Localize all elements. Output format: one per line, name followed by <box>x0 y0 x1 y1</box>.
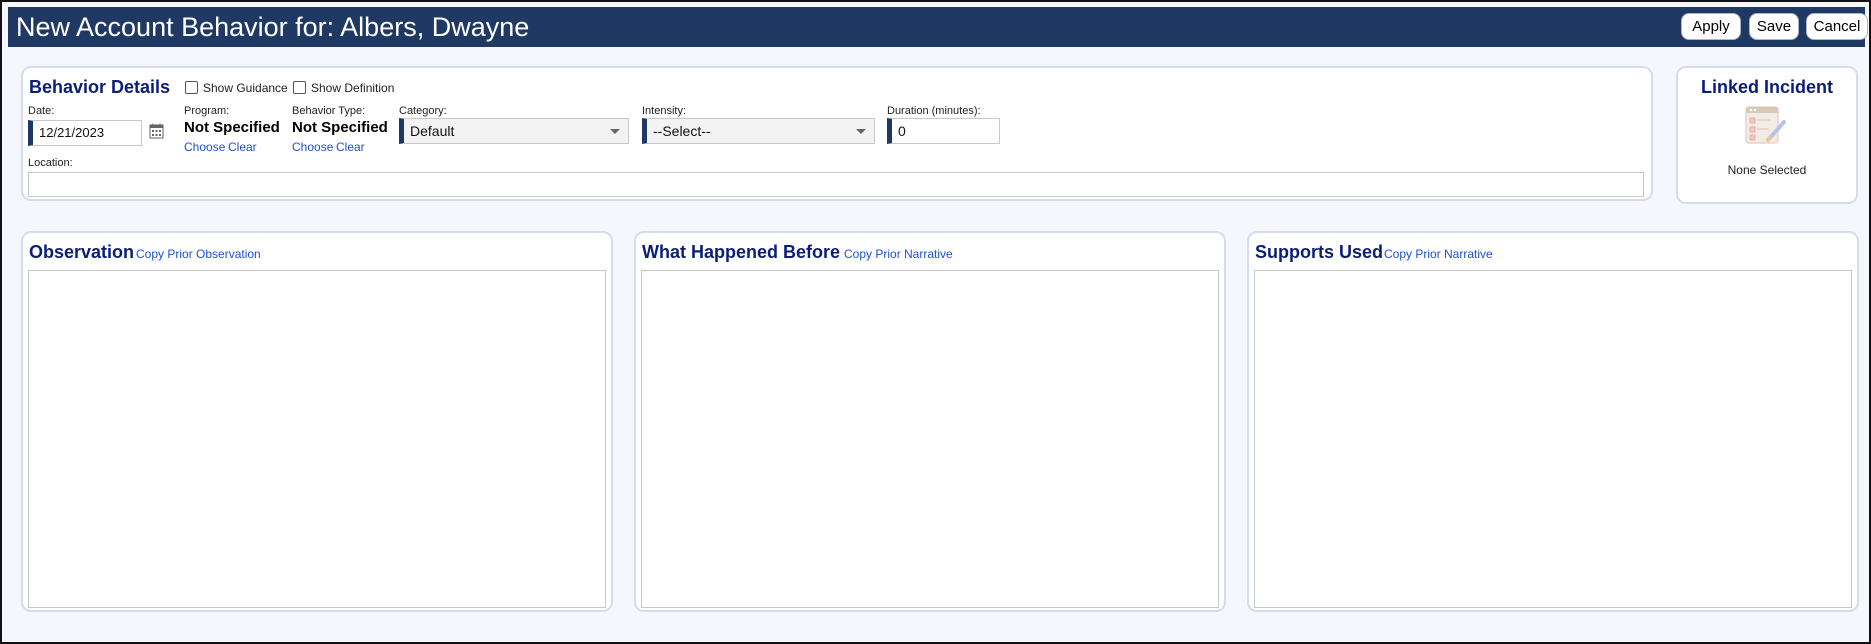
supports-used-textarea[interactable] <box>1254 270 1852 608</box>
linked-incident-panel[interactable]: Linked Incident None Selected <box>1676 66 1858 204</box>
apply-button[interactable]: Apply <box>1681 13 1741 40</box>
intensity-select[interactable]: --Select-- <box>642 118 875 144</box>
duration-input[interactable]: 0 <box>887 118 1000 144</box>
calendar-icon[interactable] <box>149 123 164 139</box>
show-definition-label: Show Definition <box>311 81 395 95</box>
show-guidance-checkbox[interactable] <box>185 81 198 94</box>
save-button[interactable]: Save <box>1749 13 1799 40</box>
behavior-details-panel: Behavior Details Show Guidance Show Defi… <box>21 66 1653 201</box>
what-happened-before-panel: What Happened Before Copy Prior Narrativ… <box>634 231 1226 612</box>
behavior-type-value: Not Specified <box>292 119 388 136</box>
cancel-button[interactable]: Cancel <box>1806 13 1868 40</box>
program-value: Not Specified <box>184 119 280 136</box>
show-guidance-label: Show Guidance <box>203 81 288 95</box>
program-choose-link[interactable]: Choose <box>184 140 225 154</box>
location-label: Location: <box>28 157 73 169</box>
copy-prior-observation-link[interactable]: Copy Prior Observation <box>136 247 261 261</box>
what-happened-before-title: What Happened Before <box>642 242 841 262</box>
intensity-selected-value: --Select-- <box>653 123 711 139</box>
program-clear-link[interactable]: Clear <box>228 140 257 154</box>
location-input[interactable] <box>28 172 1644 197</box>
what-happened-before-textarea[interactable] <box>641 270 1219 608</box>
category-label: Category: <box>399 105 447 117</box>
date-label: Date: <box>28 105 55 117</box>
duration-label: Duration (minutes): <box>887 105 981 117</box>
behavior-type-label: Behavior Type: <box>292 105 366 117</box>
supports-used-panel: Supports Used Copy Prior Narrative <box>1247 231 1859 612</box>
linked-incident-title: Linked Incident <box>1700 77 1833 97</box>
copy-prior-narrative-link-supports[interactable]: Copy Prior Narrative <box>1384 247 1493 261</box>
behavior-details-title: Behavior Details <box>29 77 171 97</box>
copy-prior-narrative-link-before[interactable]: Copy Prior Narrative <box>844 247 953 261</box>
chevron-down-icon <box>856 129 866 134</box>
linked-incident-status: None Selected <box>1727 163 1807 177</box>
behavior-type-choose-link[interactable]: Choose <box>292 140 333 154</box>
chevron-down-icon <box>610 129 620 134</box>
behavior-type-clear-link[interactable]: Clear <box>336 140 365 154</box>
program-label: Program: <box>184 105 230 117</box>
title-bar: New Account Behavior for: Albers, Dwayne… <box>8 7 1868 47</box>
observation-panel: Observation Copy Prior Observation <box>21 231 613 612</box>
dialog-frame: New Account Behavior for: Albers, Dwayne… <box>0 0 1871 644</box>
incident-report-icon <box>1742 104 1790 148</box>
observation-textarea[interactable] <box>28 270 606 608</box>
page-title: New Account Behavior for: Albers, Dwayne <box>16 12 530 42</box>
category-select[interactable]: Default <box>399 118 629 144</box>
supports-used-title: Supports Used <box>1255 242 1384 262</box>
show-definition-checkbox[interactable] <box>293 81 306 94</box>
category-selected-value: Default <box>410 123 455 139</box>
observation-title: Observation <box>29 242 135 262</box>
date-input[interactable]: 12/21/2023 <box>28 120 142 146</box>
intensity-label: Intensity: <box>642 105 687 117</box>
